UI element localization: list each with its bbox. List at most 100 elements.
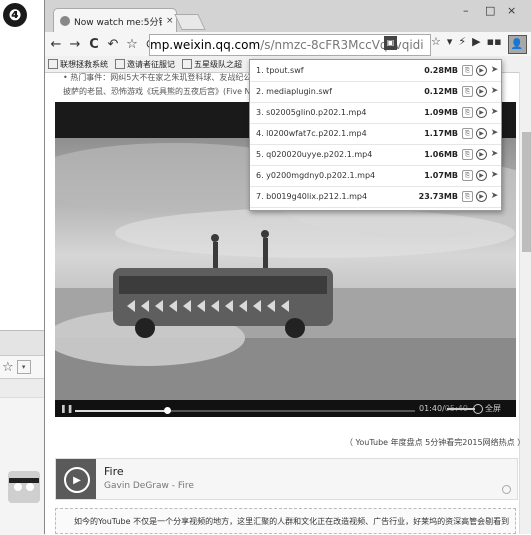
play-icon[interactable]: ▶ — [476, 65, 487, 76]
bolt-icon[interactable]: ⚡ — [458, 35, 466, 54]
step-number-badge: ❹ — [3, 3, 27, 27]
bookmark-folder-icon — [48, 59, 58, 69]
arrow-icon[interactable]: ➤ — [490, 87, 499, 96]
play-icon[interactable]: ▶ — [64, 467, 90, 493]
copy-icon[interactable]: ⎘ — [462, 170, 473, 181]
download-row[interactable]: 4. l0200wfat7c.p202.1.mp4 1.17MB ⎘ ▶ ➤ — [250, 123, 501, 145]
play-icon[interactable]: ▶ — [476, 170, 487, 181]
fullscreen-button[interactable]: 全屏 — [485, 403, 501, 414]
arrow-icon[interactable]: ➤ — [490, 150, 499, 159]
play-icon[interactable]: ▶ — [476, 107, 487, 118]
file-name: 4. l0200wfat7c.p202.1.mp4 — [256, 129, 367, 138]
article-text: 披萨的老鼠、恐怖游戏《玩具熊的五夜后宫》(Five Ni — [63, 87, 253, 96]
download-row[interactable]: 3. s02005glin0.p202.1.mp4 1.09MB ⎘ ▶ ➤ — [250, 102, 501, 124]
play-icon[interactable]: ▶ — [476, 149, 487, 160]
back-button[interactable]: ← — [48, 37, 64, 52]
song-artist: Gavin DeGraw - Fire — [104, 481, 194, 491]
minimize-button[interactable]: – — [463, 4, 469, 17]
bookmark-item[interactable]: 五星级队之超 — [182, 59, 242, 70]
progress-knob[interactable] — [163, 407, 171, 414]
music-card[interactable]: ▶ Fire Gavin DeGraw - Fire — [55, 458, 518, 500]
song-title: Fire — [104, 465, 124, 478]
arrow-icon[interactable]: ➤ — [490, 108, 499, 117]
file-name: 6. y0200mgdny0.p202.1.mp4 — [256, 171, 376, 180]
album-cover: ▶ — [56, 459, 96, 499]
new-tab-button[interactable] — [174, 14, 206, 30]
arrow-icon[interactable]: ➤ — [490, 129, 499, 138]
video-progress-bar[interactable] — [75, 407, 415, 414]
video-controls: ❚❚ 01:40/05:40 全屏 — [55, 400, 516, 417]
play-icon[interactable]: ▶ — [476, 86, 487, 97]
background-bookmarks-bar — [0, 379, 46, 398]
close-button[interactable]: × — [507, 4, 516, 17]
bookmark-label: 邀请者征服记 — [127, 59, 175, 69]
play-icon[interactable]: ▶ — [472, 35, 480, 54]
play-icon[interactable]: ▶ — [476, 191, 487, 202]
avatar-eye-right — [26, 483, 34, 491]
arrow-icon[interactable]: ➤ — [490, 192, 499, 201]
background-toolbar: ☆ ▾ — [0, 356, 46, 379]
file-size: 0.12MB — [424, 87, 458, 96]
tab-close-icon[interactable]: × — [166, 16, 174, 26]
article-paragraph: 如今的YouTube 不仅是一个分享视频的地方，这里汇聚的人群和文化正在改造视频… — [55, 508, 516, 534]
file-name: 2. mediaplugin.swf — [256, 87, 332, 96]
copy-icon[interactable]: ⎘ — [462, 65, 473, 76]
toolbar-icons: ☆ ▾ ⚡ ▶ ▪▪ 👤 ⎙ ≡ — [431, 35, 531, 54]
bookmark-item[interactable]: 邀请者征服记 — [115, 59, 175, 70]
file-size: 0.28MB — [424, 66, 458, 75]
bookmark-item[interactable]: 联想拯救系统 — [48, 59, 108, 70]
download-row[interactable]: 1. tpout.swf 0.28MB ⎘ ▶ ➤ — [250, 60, 501, 82]
arrow-icon[interactable]: ➤ — [490, 66, 499, 75]
copy-icon[interactable]: ⎘ — [462, 191, 473, 202]
media-download-popup: 1. tpout.swf 0.28MB ⎘ ▶ ➤ 2. mediaplugin.swf 0… — [249, 59, 502, 211]
play-icon[interactable]: ▶ — [476, 128, 487, 139]
video-caption: （ YouTube 年度盘点 5分钟看完2015网络热点 ） — [345, 438, 526, 447]
progress-fill — [75, 410, 167, 412]
chevron-down-icon[interactable]: ▾ — [447, 35, 453, 54]
avatar-eye-left — [14, 483, 22, 491]
time-elapsed: 01:40 — [419, 404, 443, 413]
download-row[interactable]: 6. y0200mgdny0.p202.1.mp4 1.07MB ⎘ ▶ ➤ — [250, 165, 501, 187]
file-size: 1.17MB — [424, 129, 458, 138]
undo-close-button[interactable]: ↶ — [105, 37, 121, 52]
bookmark-label: 联想拯救系统 — [60, 59, 108, 69]
download-row[interactable]: 5. q020020uyye.p202.1.mp4 1.06MB ⎘ ▶ ➤ — [250, 144, 501, 166]
volume-knob[interactable] — [473, 404, 483, 414]
maximize-button[interactable]: □ — [485, 4, 495, 17]
copy-icon[interactable]: ⎘ — [462, 128, 473, 139]
url-path: /s/nmzc-8cFR3MccVqvvqidi — [260, 38, 424, 52]
background-titlebar — [0, 331, 46, 356]
avatar-brow — [9, 478, 39, 483]
pause-icon[interactable]: ❚❚ — [60, 404, 73, 413]
file-size: 1.09MB — [424, 108, 458, 117]
download-extension-icon[interactable]: 👤 — [507, 35, 527, 54]
page-scrollbar[interactable] — [519, 72, 531, 534]
file-name: 7. b0019g40lix.p212.1.mp4 — [256, 192, 368, 201]
file-size: 1.06MB — [424, 150, 458, 159]
arrow-icon[interactable]: ➤ — [490, 171, 499, 180]
reload-button[interactable]: C — [86, 37, 102, 52]
star-icon[interactable]: ☆ — [2, 360, 14, 375]
page-capture-icon[interactable]: ▣ — [384, 36, 397, 50]
file-size: 1.07MB — [424, 171, 458, 180]
more-icon[interactable] — [502, 485, 511, 494]
background-browser-window: ☆ ▾ — [0, 330, 46, 535]
star-icon[interactable]: ☆ — [431, 35, 441, 54]
scrollbar-thumb[interactable] — [522, 132, 531, 252]
copy-icon[interactable]: ⎘ — [462, 149, 473, 160]
bookmark-star-icon[interactable]: ☆ — [124, 37, 140, 52]
file-name: 3. s02005glin0.p202.1.mp4 — [256, 108, 367, 117]
file-name: 1. tpout.swf — [256, 66, 304, 75]
tab-active[interactable]: Now watch me:5分钟看 × — [53, 8, 177, 33]
title-bar: Now watch me:5分钟看 × – □ × — [45, 0, 531, 33]
grid-icon[interactable]: ▪▪ — [487, 35, 502, 54]
volume-slider[interactable] — [447, 408, 475, 410]
copy-icon[interactable]: ⎘ — [462, 86, 473, 97]
download-row[interactable]: 7. b0019g40lix.p212.1.mp4 23.73MB ⎘ ▶ ➤ — [250, 186, 501, 208]
bookmark-folder-icon — [182, 59, 192, 69]
copy-icon[interactable]: ⎘ — [462, 107, 473, 118]
chevron-down-icon[interactable]: ▾ — [16, 360, 31, 374]
download-row[interactable]: 2. mediaplugin.swf 0.12MB ⎘ ▶ ➤ — [250, 81, 501, 103]
favicon-icon — [60, 16, 70, 26]
forward-button[interactable]: → — [67, 37, 83, 52]
